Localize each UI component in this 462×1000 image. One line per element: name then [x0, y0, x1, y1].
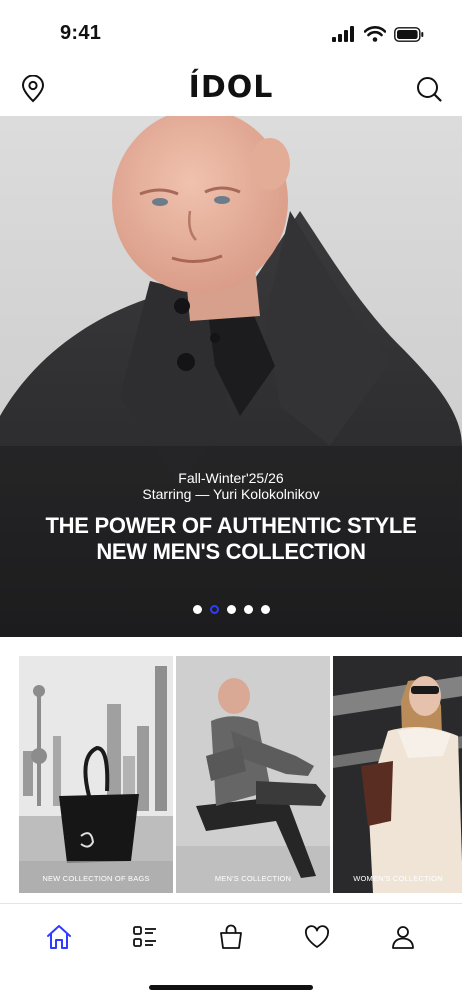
hero-title: THE POWER OF AUTHENTIC STYLE NEW MEN'S C…	[0, 513, 462, 565]
app-header: ÍDOL	[0, 62, 462, 116]
heart-icon	[305, 925, 329, 948]
shopping-bag-icon	[220, 924, 242, 949]
search-icon[interactable]	[414, 74, 444, 104]
status-icons	[332, 26, 424, 42]
battery-icon	[394, 26, 424, 42]
location-pin-icon[interactable]	[18, 74, 48, 104]
category-label-men: MEN'S COLLECTION	[214, 874, 292, 883]
bottom-tab-bar	[0, 904, 462, 970]
hero-title-line1: THE POWER OF AUTHENTIC STYLE	[45, 513, 417, 538]
catalog-list-icon	[133, 926, 156, 947]
carousel-dot[interactable]	[243, 605, 253, 614]
home-icon	[47, 925, 71, 949]
hero-title-line2: NEW MEN'S COLLECTION	[96, 539, 366, 564]
status-time: 9:41	[60, 22, 102, 44]
womens-image	[333, 656, 462, 893]
carousel-dot[interactable]	[260, 605, 270, 614]
category-card-bags[interactable]: NEW COLLECTION OF BAGS	[19, 656, 173, 893]
cellular-signal-icon	[332, 26, 354, 42]
brand-logo[interactable]: ÍDOL	[189, 70, 274, 105]
tab-profile[interactable]	[380, 914, 426, 960]
carousel-dot[interactable]	[226, 605, 236, 614]
carousel-dot[interactable]	[192, 605, 202, 614]
tab-favorites[interactable]	[294, 914, 340, 960]
category-card-men[interactable]: MEN'S COLLECTION	[176, 656, 330, 893]
tab-home[interactable]	[36, 914, 82, 960]
home-indicator[interactable]	[149, 985, 313, 990]
carousel-dot-active[interactable]	[209, 605, 219, 614]
hero-subtitle: Fall-Winter'25/26 Starring — Yuri Koloko…	[0, 470, 462, 502]
category-label-women: WOMEN'S COLLECTION	[353, 874, 443, 883]
wifi-icon	[364, 26, 386, 42]
carousel-pagination	[0, 605, 462, 614]
tab-bag[interactable]	[208, 914, 254, 960]
category-card-women[interactable]: WOMEN'S COLLECTION	[333, 656, 462, 893]
hero-banner[interactable]: Fall-Winter'25/26 Starring — Yuri Koloko…	[0, 116, 462, 637]
tab-catalog[interactable]	[122, 914, 168, 960]
status-bar: 9:41	[0, 0, 462, 62]
hero-season: Fall-Winter'25/26	[178, 470, 284, 486]
category-label-bags: NEW COLLECTION OF BAGS	[42, 874, 150, 883]
mens-image	[176, 656, 330, 893]
hero-starring: Starring — Yuri Kolokolnikov	[142, 486, 320, 502]
category-carousel[interactable]: NEW COLLECTION OF BAGS MEN'S COLLECTION	[19, 656, 462, 893]
user-icon	[392, 926, 414, 949]
bags-image	[19, 656, 173, 893]
